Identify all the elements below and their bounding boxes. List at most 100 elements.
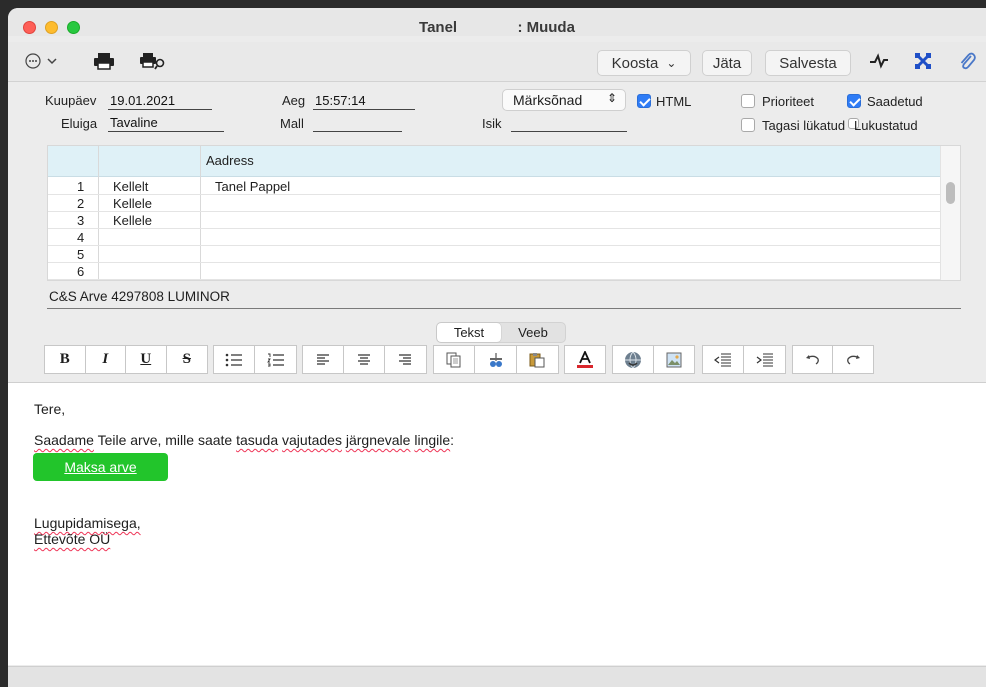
globe-link-icon (625, 351, 641, 368)
insert-link-button[interactable] (613, 346, 654, 373)
expand-button[interactable] (912, 50, 934, 72)
subject-field[interactable]: C&S Arve 4297808 LUMINOR (47, 289, 961, 309)
recipients-table: Aadress 1 Kellelt Tanel Pappel 2 Kellele 3 Kel… (47, 145, 961, 281)
align-center-button[interactable] (344, 346, 385, 373)
indent-group (702, 345, 786, 374)
sent-checkbox[interactable] (847, 94, 861, 108)
row-number: 1 (77, 179, 85, 194)
more-actions-menu[interactable] (24, 50, 60, 72)
pay-invoice-button[interactable]: Maksa arve (33, 453, 168, 481)
window-title: Tanel : Muuda (8, 19, 986, 36)
message-body-editor[interactable]: Tere, Saadame Teile arve, mille saate ta… (8, 382, 986, 665)
align-right-button[interactable] (385, 346, 426, 373)
tab-web[interactable]: Veeb (501, 323, 565, 342)
undo-icon (805, 354, 819, 365)
bullet-list-button[interactable] (214, 346, 256, 373)
address-column-header[interactable]: Aadress (206, 153, 254, 168)
window-title-suffix: : Muuda (517, 19, 575, 36)
undo-button[interactable] (793, 346, 834, 373)
message-window: Tanel : Muuda Koosta ⌄ Jäta Salvesta Kuu… (8, 8, 986, 687)
closing-text: Lugupidamisega, (34, 515, 141, 531)
printer-icon (94, 53, 114, 70)
bottom-status-bar (8, 666, 986, 687)
strikethrough-button[interactable]: S (167, 346, 207, 373)
keep-label: Jäta (712, 54, 742, 72)
print-preview-button[interactable] (138, 50, 168, 72)
text-style-group: B I U S (44, 345, 208, 374)
chevron-down-icon: ⌄ (666, 56, 677, 70)
italic-button[interactable]: I (86, 346, 126, 373)
align-center-icon (358, 353, 370, 365)
table-row[interactable]: 3 Kellele (48, 212, 941, 229)
increase-indent-button[interactable] (744, 346, 785, 373)
locked-label: Lukustatud (854, 118, 918, 133)
row-number: 4 (77, 230, 85, 245)
print-preview-icon (140, 53, 165, 70)
return-receipt-checkbox[interactable] (741, 118, 755, 132)
redacted-name-block (461, 22, 513, 32)
table-row[interactable]: 6 (48, 263, 941, 280)
greeting-text: Tere, (34, 401, 66, 417)
print-button[interactable] (92, 50, 116, 72)
keywords-select[interactable]: Märksõnad ⇕ (502, 89, 626, 111)
attachment-button[interactable] (956, 50, 978, 72)
html-checkbox[interactable] (637, 94, 651, 108)
ellipsis-circle-icon (25, 53, 57, 69)
bullet-list-icon (225, 353, 242, 366)
paste-button[interactable] (517, 346, 558, 373)
copy-icon (446, 352, 461, 367)
save-button[interactable]: Salvesta (765, 50, 851, 76)
font-color-group (564, 345, 606, 374)
recipient-type: Kellele (113, 196, 153, 211)
cut-button[interactable] (475, 346, 517, 373)
outdent-icon (714, 352, 731, 367)
table-row[interactable]: 2 Kellele (48, 195, 941, 212)
lifetime-field[interactable]: Tavaline (108, 115, 224, 132)
template-label: Mall (280, 116, 304, 131)
date-label: Kuupäev (45, 93, 97, 108)
insert-image-button[interactable] (654, 346, 694, 373)
clipboard-group (433, 345, 559, 374)
time-field[interactable]: 15:57:14 (313, 93, 415, 110)
activity-button[interactable] (868, 50, 890, 72)
person-field[interactable] (511, 115, 627, 132)
keep-button[interactable]: Jäta (702, 50, 752, 76)
decrease-indent-button[interactable] (703, 346, 745, 373)
align-left-icon (317, 353, 330, 365)
paperclip-icon (960, 52, 976, 70)
table-row[interactable]: 1 Kellelt Tanel Pappel (48, 178, 941, 195)
title-bar: Tanel : Muuda (8, 8, 986, 36)
template-field[interactable] (313, 115, 402, 132)
table-scrollbar[interactable] (940, 146, 960, 280)
copy-button[interactable] (434, 346, 476, 373)
scissors-icon (489, 352, 502, 367)
save-label: Salvesta (779, 54, 837, 72)
expand-arrows-icon (914, 52, 932, 70)
table-row[interactable]: 4 (48, 229, 941, 246)
person-label: Isik (482, 116, 502, 131)
underline-button[interactable]: U (126, 346, 167, 373)
paste-icon (529, 352, 545, 367)
priority-checkbox[interactable] (741, 94, 755, 108)
row-number: 6 (77, 264, 85, 279)
align-left-button[interactable] (303, 346, 345, 373)
recipient-type: Kellele (113, 213, 153, 228)
date-field[interactable]: 19.01.2021 (108, 93, 212, 110)
tab-text[interactable]: Tekst (437, 323, 501, 342)
table-row[interactable]: 5 (48, 246, 941, 263)
bold-button[interactable]: B (45, 346, 86, 373)
scrollbar-thumb[interactable] (946, 182, 955, 204)
sent-label: Saadetud (867, 94, 923, 109)
recipient-type: Kellelt (113, 179, 149, 194)
company-signature: Ettevõte OÜ (34, 531, 111, 547)
row-number: 2 (77, 196, 85, 211)
activity-pulse-icon (870, 53, 888, 69)
table-header: Aadress (48, 146, 941, 177)
toolbar: Koosta ⌄ Jäta Salvesta (8, 42, 986, 82)
priority-label: Prioriteet (762, 94, 815, 109)
numbered-list-button[interactable] (255, 346, 296, 373)
redo-button[interactable] (833, 346, 873, 373)
row-number: 3 (77, 213, 85, 228)
compose-dropdown[interactable]: Koosta ⌄ (597, 50, 691, 76)
font-color-button[interactable] (565, 346, 605, 373)
